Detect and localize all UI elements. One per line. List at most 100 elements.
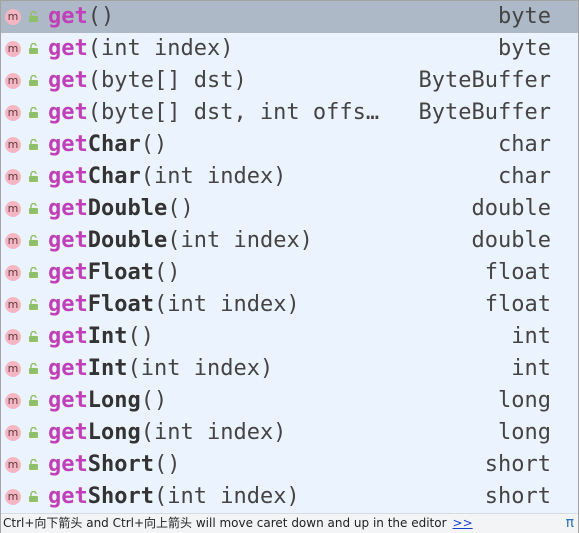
method-signature: getShort(int index) xyxy=(48,481,300,513)
footer-hint-text: Ctrl+向下箭头 and Ctrl+向上箭头 will move caret … xyxy=(3,516,447,530)
completion-item[interactable]: m get() byte xyxy=(1,1,578,33)
method-signature: getDouble(int index) xyxy=(48,225,313,257)
method-params: () xyxy=(127,324,155,349)
lock-open-icon xyxy=(29,11,38,22)
completion-footer: Ctrl+向下箭头 and Ctrl+向上箭头 will move caret … xyxy=(1,513,578,533)
completion-popup: m get() byte m get(int index) byte m get(byte[]… xyxy=(0,0,579,533)
method-icon: m xyxy=(5,265,21,281)
completion-item[interactable]: m getChar(int index) char xyxy=(1,161,578,193)
method-signature: get() xyxy=(48,1,114,33)
method-signature: getInt(int index) xyxy=(48,353,273,385)
matched-prefix: get xyxy=(48,132,88,157)
method-params: (int index) xyxy=(127,356,274,381)
method-name-suffix: Short xyxy=(87,452,154,477)
method-params: (int index) xyxy=(153,292,300,317)
method-icon: m xyxy=(5,105,21,121)
matched-prefix: get xyxy=(48,452,88,477)
completion-item[interactable]: m getInt() int xyxy=(1,321,578,353)
return-type: char xyxy=(498,132,551,157)
completion-item[interactable]: m getFloat(int index) float xyxy=(1,289,578,321)
method-signature: getLong() xyxy=(48,385,167,417)
method-icon: m xyxy=(5,9,21,25)
method-signature: getInt() xyxy=(48,321,154,353)
method-name-suffix: Float xyxy=(87,292,154,317)
lock-open-icon xyxy=(29,491,38,502)
method-params: (byte[] dst) xyxy=(87,68,247,93)
method-icon: m xyxy=(5,329,21,345)
lock-open-icon xyxy=(29,427,38,438)
lock-open-icon xyxy=(29,395,38,406)
method-icon: m xyxy=(5,137,21,153)
completion-item[interactable]: m get(int index) byte xyxy=(1,33,578,65)
matched-prefix: get xyxy=(48,388,88,413)
completion-item[interactable]: m get(byte[] dst) ByteBuffer xyxy=(1,65,578,97)
return-type: double xyxy=(471,228,551,253)
completion-item[interactable]: m getDouble(int index) double xyxy=(1,225,578,257)
completion-item[interactable]: m getChar() char xyxy=(1,129,578,161)
pi-icon[interactable]: π xyxy=(566,514,574,533)
matched-prefix: get xyxy=(48,36,88,61)
completion-list: m get() byte m get(int index) byte m get(byte[]… xyxy=(1,1,578,513)
matched-prefix: get xyxy=(48,420,88,445)
matched-prefix: get xyxy=(48,68,88,93)
method-params: (int index) xyxy=(140,420,287,445)
method-name-suffix: Double xyxy=(87,228,168,253)
method-params: (int index) xyxy=(153,484,300,509)
method-icon: m xyxy=(5,73,21,89)
method-icon: m xyxy=(5,361,21,377)
footer-hint: Ctrl+向下箭头 and Ctrl+向上箭头 will move caret … xyxy=(3,514,473,533)
more-link[interactable]: >> xyxy=(453,516,473,530)
lock-open-icon xyxy=(29,171,38,182)
method-icon: m xyxy=(5,41,21,57)
return-type: double xyxy=(471,196,551,221)
method-signature: get(byte[] dst) xyxy=(48,65,247,97)
method-signature: get(int index) xyxy=(48,33,233,65)
return-type: float xyxy=(484,292,551,317)
method-name-suffix: Long xyxy=(87,388,141,413)
method-signature: get(byte[] dst, int offs… xyxy=(48,97,379,129)
return-type: long xyxy=(498,388,551,413)
lock-open-icon xyxy=(29,203,38,214)
method-signature: getDouble() xyxy=(48,193,194,225)
method-icon: m xyxy=(5,201,21,217)
return-type: float xyxy=(484,260,551,285)
matched-prefix: get xyxy=(48,164,88,189)
completion-item[interactable]: m get(byte[] dst, int offs… ByteBuffer xyxy=(1,97,578,129)
method-params: () xyxy=(140,132,168,157)
lock-open-icon xyxy=(29,299,38,310)
method-params: () xyxy=(153,260,181,285)
lock-open-icon xyxy=(29,139,38,150)
lock-open-icon xyxy=(29,235,38,246)
method-icon: m xyxy=(5,169,21,185)
method-params: (int index) xyxy=(87,36,234,61)
completion-item[interactable]: m getShort(int index) short xyxy=(1,481,578,513)
lock-open-icon xyxy=(29,363,38,374)
method-icon: m xyxy=(5,425,21,441)
method-icon: m xyxy=(5,457,21,473)
matched-prefix: get xyxy=(48,228,88,253)
method-name-suffix: Long xyxy=(87,420,141,445)
completion-item[interactable]: m getShort() short xyxy=(1,449,578,481)
method-params: () xyxy=(140,388,168,413)
matched-prefix: get xyxy=(48,356,88,381)
matched-prefix: get xyxy=(48,260,88,285)
completion-item[interactable]: m getInt(int index) int xyxy=(1,353,578,385)
return-type: byte xyxy=(498,4,551,29)
return-type: long xyxy=(498,420,551,445)
matched-prefix: get xyxy=(48,196,88,221)
method-icon: m xyxy=(5,297,21,313)
return-type: int xyxy=(511,356,551,381)
return-type: short xyxy=(484,484,551,509)
completion-item[interactable]: m getDouble() double xyxy=(1,193,578,225)
method-name-suffix: Int xyxy=(87,356,128,381)
return-type: short xyxy=(484,452,551,477)
method-params: (byte[] dst, int offs… xyxy=(87,100,380,125)
return-type: char xyxy=(498,164,551,189)
method-icon: m xyxy=(5,489,21,505)
completion-item[interactable]: m getFloat() float xyxy=(1,257,578,289)
completion-item[interactable]: m getLong(int index) long xyxy=(1,417,578,449)
method-signature: getChar(int index) xyxy=(48,161,286,193)
method-params: (int index) xyxy=(140,164,287,189)
completion-item[interactable]: m getLong() long xyxy=(1,385,578,417)
method-params: (int index) xyxy=(167,228,313,253)
